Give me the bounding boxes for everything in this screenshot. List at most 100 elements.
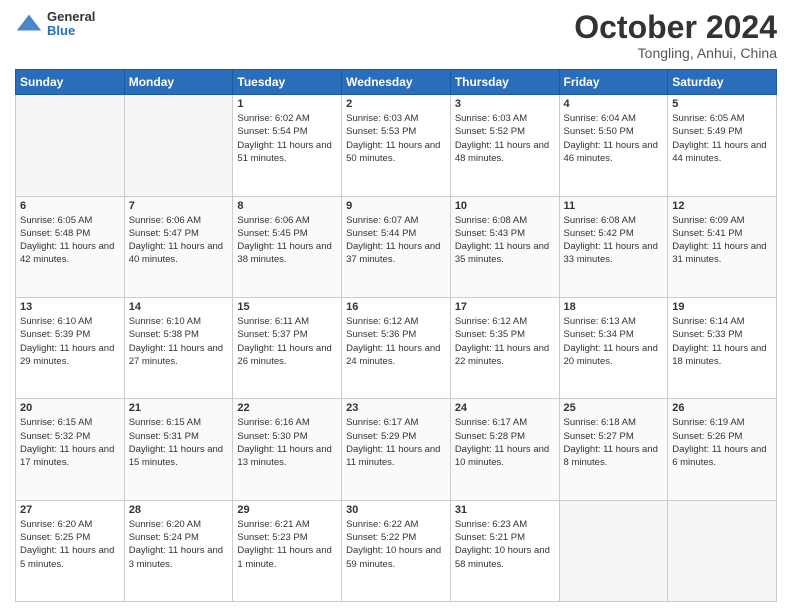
sunrise-text: Sunrise: 6:12 AM bbox=[455, 315, 555, 328]
daylight-text: Daylight: 11 hours and 40 minutes. bbox=[129, 240, 229, 267]
sunset-text: Sunset: 5:24 PM bbox=[129, 531, 229, 544]
day-number: 18 bbox=[564, 301, 664, 313]
sunset-text: Sunset: 5:29 PM bbox=[346, 430, 446, 443]
sunset-text: Sunset: 5:52 PM bbox=[455, 125, 555, 138]
sunset-text: Sunset: 5:32 PM bbox=[20, 430, 120, 443]
calendar-cell: 30Sunrise: 6:22 AMSunset: 5:22 PMDayligh… bbox=[342, 500, 451, 601]
calendar-week-5: 27Sunrise: 6:20 AMSunset: 5:25 PMDayligh… bbox=[16, 500, 777, 601]
calendar-cell: 29Sunrise: 6:21 AMSunset: 5:23 PMDayligh… bbox=[233, 500, 342, 601]
weekday-header-tuesday: Tuesday bbox=[233, 70, 342, 95]
calendar-cell: 14Sunrise: 6:10 AMSunset: 5:38 PMDayligh… bbox=[124, 297, 233, 398]
daylight-text: Daylight: 11 hours and 24 minutes. bbox=[346, 342, 446, 369]
logo: General Blue bbox=[15, 10, 95, 39]
sunset-text: Sunset: 5:23 PM bbox=[237, 531, 337, 544]
calendar-week-2: 6Sunrise: 6:05 AMSunset: 5:48 PMDaylight… bbox=[16, 196, 777, 297]
sunrise-text: Sunrise: 6:13 AM bbox=[564, 315, 664, 328]
calendar-cell: 20Sunrise: 6:15 AMSunset: 5:32 PMDayligh… bbox=[16, 399, 125, 500]
day-number: 21 bbox=[129, 402, 229, 414]
calendar-cell: 22Sunrise: 6:16 AMSunset: 5:30 PMDayligh… bbox=[233, 399, 342, 500]
sunset-text: Sunset: 5:45 PM bbox=[237, 227, 337, 240]
calendar-cell: 4Sunrise: 6:04 AMSunset: 5:50 PMDaylight… bbox=[559, 95, 668, 196]
title-area: October 2024 Tongling, Anhui, China bbox=[574, 10, 777, 61]
sunrise-text: Sunrise: 6:16 AM bbox=[237, 416, 337, 429]
day-number: 16 bbox=[346, 301, 446, 313]
daylight-text: Daylight: 11 hours and 3 minutes. bbox=[129, 544, 229, 571]
calendar-cell bbox=[16, 95, 125, 196]
daylight-text: Daylight: 11 hours and 44 minutes. bbox=[672, 139, 772, 166]
sunrise-text: Sunrise: 6:15 AM bbox=[129, 416, 229, 429]
day-number: 3 bbox=[455, 98, 555, 110]
daylight-text: Daylight: 11 hours and 6 minutes. bbox=[672, 443, 772, 470]
sunset-text: Sunset: 5:33 PM bbox=[672, 328, 772, 341]
sunset-text: Sunset: 5:26 PM bbox=[672, 430, 772, 443]
month-title: October 2024 bbox=[574, 10, 777, 45]
day-number: 27 bbox=[20, 504, 120, 516]
day-number: 31 bbox=[455, 504, 555, 516]
sunset-text: Sunset: 5:53 PM bbox=[346, 125, 446, 138]
day-number: 30 bbox=[346, 504, 446, 516]
sunset-text: Sunset: 5:34 PM bbox=[564, 328, 664, 341]
day-number: 28 bbox=[129, 504, 229, 516]
weekday-header-wednesday: Wednesday bbox=[342, 70, 451, 95]
calendar-cell: 26Sunrise: 6:19 AMSunset: 5:26 PMDayligh… bbox=[668, 399, 777, 500]
daylight-text: Daylight: 11 hours and 11 minutes. bbox=[346, 443, 446, 470]
sunrise-text: Sunrise: 6:12 AM bbox=[346, 315, 446, 328]
calendar-cell: 27Sunrise: 6:20 AMSunset: 5:25 PMDayligh… bbox=[16, 500, 125, 601]
sunrise-text: Sunrise: 6:07 AM bbox=[346, 214, 446, 227]
sunrise-text: Sunrise: 6:06 AM bbox=[237, 214, 337, 227]
daylight-text: Daylight: 11 hours and 33 minutes. bbox=[564, 240, 664, 267]
sunrise-text: Sunrise: 6:11 AM bbox=[237, 315, 337, 328]
weekday-header-thursday: Thursday bbox=[450, 70, 559, 95]
sunset-text: Sunset: 5:27 PM bbox=[564, 430, 664, 443]
sunrise-text: Sunrise: 6:17 AM bbox=[346, 416, 446, 429]
day-number: 17 bbox=[455, 301, 555, 313]
page: General Blue October 2024 Tongling, Anhu… bbox=[0, 0, 792, 612]
day-number: 20 bbox=[20, 402, 120, 414]
day-number: 29 bbox=[237, 504, 337, 516]
weekday-header-row: SundayMondayTuesdayWednesdayThursdayFrid… bbox=[16, 70, 777, 95]
daylight-text: Daylight: 11 hours and 31 minutes. bbox=[672, 240, 772, 267]
calendar-cell: 24Sunrise: 6:17 AMSunset: 5:28 PMDayligh… bbox=[450, 399, 559, 500]
location-subtitle: Tongling, Anhui, China bbox=[574, 45, 777, 61]
calendar-cell: 28Sunrise: 6:20 AMSunset: 5:24 PMDayligh… bbox=[124, 500, 233, 601]
sunset-text: Sunset: 5:47 PM bbox=[129, 227, 229, 240]
sunrise-text: Sunrise: 6:21 AM bbox=[237, 518, 337, 531]
day-number: 6 bbox=[20, 200, 120, 212]
sunset-text: Sunset: 5:22 PM bbox=[346, 531, 446, 544]
sunrise-text: Sunrise: 6:17 AM bbox=[455, 416, 555, 429]
header: General Blue October 2024 Tongling, Anhu… bbox=[15, 10, 777, 61]
sunset-text: Sunset: 5:38 PM bbox=[129, 328, 229, 341]
calendar-cell: 3Sunrise: 6:03 AMSunset: 5:52 PMDaylight… bbox=[450, 95, 559, 196]
calendar-cell: 9Sunrise: 6:07 AMSunset: 5:44 PMDaylight… bbox=[342, 196, 451, 297]
daylight-text: Daylight: 11 hours and 22 minutes. bbox=[455, 342, 555, 369]
sunrise-text: Sunrise: 6:14 AM bbox=[672, 315, 772, 328]
sunrise-text: Sunrise: 6:03 AM bbox=[455, 112, 555, 125]
weekday-header-sunday: Sunday bbox=[16, 70, 125, 95]
daylight-text: Daylight: 11 hours and 42 minutes. bbox=[20, 240, 120, 267]
daylight-text: Daylight: 11 hours and 35 minutes. bbox=[455, 240, 555, 267]
day-number: 15 bbox=[237, 301, 337, 313]
sunrise-text: Sunrise: 6:19 AM bbox=[672, 416, 772, 429]
day-number: 8 bbox=[237, 200, 337, 212]
daylight-text: Daylight: 11 hours and 5 minutes. bbox=[20, 544, 120, 571]
sunset-text: Sunset: 5:50 PM bbox=[564, 125, 664, 138]
calendar-week-3: 13Sunrise: 6:10 AMSunset: 5:39 PMDayligh… bbox=[16, 297, 777, 398]
calendar-cell: 23Sunrise: 6:17 AMSunset: 5:29 PMDayligh… bbox=[342, 399, 451, 500]
calendar-cell: 2Sunrise: 6:03 AMSunset: 5:53 PMDaylight… bbox=[342, 95, 451, 196]
sunrise-text: Sunrise: 6:03 AM bbox=[346, 112, 446, 125]
sunset-text: Sunset: 5:37 PM bbox=[237, 328, 337, 341]
day-number: 4 bbox=[564, 98, 664, 110]
sunset-text: Sunset: 5:43 PM bbox=[455, 227, 555, 240]
daylight-text: Daylight: 11 hours and 46 minutes. bbox=[564, 139, 664, 166]
calendar-week-1: 1Sunrise: 6:02 AMSunset: 5:54 PMDaylight… bbox=[16, 95, 777, 196]
sunset-text: Sunset: 5:30 PM bbox=[237, 430, 337, 443]
daylight-text: Daylight: 11 hours and 8 minutes. bbox=[564, 443, 664, 470]
sunset-text: Sunset: 5:36 PM bbox=[346, 328, 446, 341]
day-number: 14 bbox=[129, 301, 229, 313]
sunset-text: Sunset: 5:41 PM bbox=[672, 227, 772, 240]
calendar-cell bbox=[559, 500, 668, 601]
sunset-text: Sunset: 5:21 PM bbox=[455, 531, 555, 544]
calendar-cell: 31Sunrise: 6:23 AMSunset: 5:21 PMDayligh… bbox=[450, 500, 559, 601]
daylight-text: Daylight: 11 hours and 27 minutes. bbox=[129, 342, 229, 369]
sunset-text: Sunset: 5:44 PM bbox=[346, 227, 446, 240]
